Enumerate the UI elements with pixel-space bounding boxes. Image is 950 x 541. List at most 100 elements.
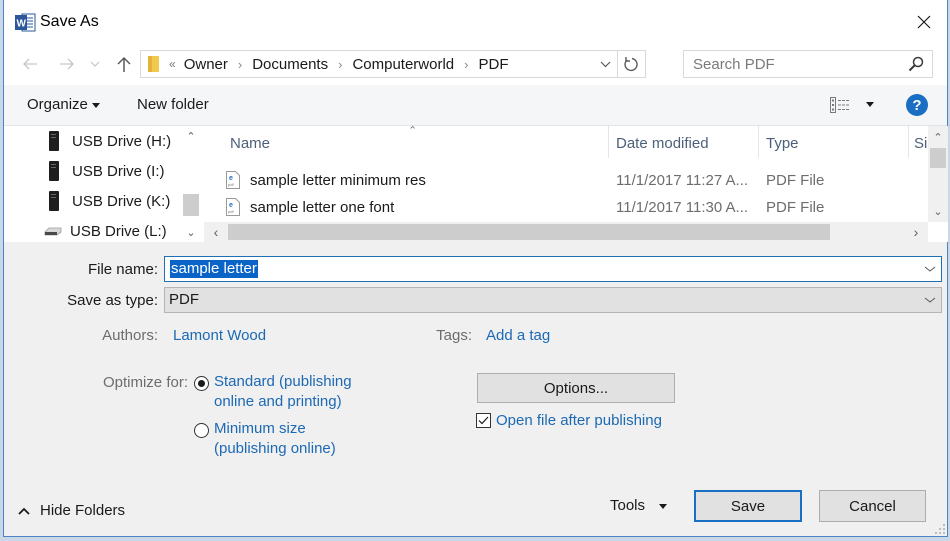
optimize-minimum-line1: Minimum size <box>214 420 306 437</box>
close-button[interactable] <box>901 0 947 44</box>
optimize-standard-radio[interactable] <box>194 376 209 391</box>
resize-grip-icon[interactable] <box>935 524 945 534</box>
svg-text:pdf: pdf <box>228 182 234 187</box>
organize-menu-button[interactable]: Organize <box>27 96 100 113</box>
column-header-size[interactable]: Si: <box>914 126 928 160</box>
pdf-file-icon: epdf <box>226 198 240 216</box>
breadcrumb-overflow[interactable]: « <box>169 57 176 71</box>
column-divider[interactable] <box>608 126 609 158</box>
optimize-minimum-line2: (publishing online) <box>214 440 336 457</box>
breadcrumb-separator-icon[interactable]: › <box>464 57 468 72</box>
arrow-left-icon <box>23 58 37 70</box>
file-name-input[interactable]: sample letter <box>170 260 258 278</box>
column-divider[interactable] <box>908 126 909 158</box>
refresh-icon <box>624 57 638 72</box>
close-icon <box>917 15 931 29</box>
breadcrumb-separator-icon[interactable]: › <box>338 57 342 72</box>
arrow-right-icon <box>60 58 74 70</box>
save-button[interactable]: Save <box>694 490 802 522</box>
search-input[interactable] <box>684 51 904 77</box>
file-name-combobox[interactable]: sample letter <box>164 256 942 282</box>
chevron-down-icon <box>600 61 610 67</box>
breadcrumb-separator-icon[interactable]: › <box>238 57 242 72</box>
file-type: PDF File <box>766 198 825 216</box>
usb-drive-icon <box>49 161 59 181</box>
file-list-horizontal-scrollbar[interactable]: ‹ › <box>204 222 928 242</box>
new-folder-button[interactable]: New folder <box>137 96 209 113</box>
file-type: PDF File <box>766 171 825 189</box>
navpane-item-usb-k[interactable]: USB Drive (K:) <box>48 189 170 213</box>
tags-field[interactable]: Add a tag <box>486 327 550 344</box>
scroll-down-icon[interactable]: ⌄ <box>930 203 946 219</box>
column-header-name[interactable]: Name <box>230 126 270 160</box>
title-bar: W Save As <box>4 0 947 44</box>
navpane-scrollbar[interactable]: ⌃ ⌄ <box>181 126 201 242</box>
optimize-standard-label[interactable]: Standard (publishing online and printing… <box>214 372 352 412</box>
open-after-publishing-label[interactable]: Open file after publishing <box>496 412 662 429</box>
address-history-dropdown[interactable] <box>595 51 615 77</box>
file-date-modified: 11/1/2017 11:30 A... <box>616 198 749 216</box>
sort-ascending-icon: ⌃ <box>408 125 418 137</box>
column-header-date-modified[interactable]: Date modified <box>616 126 709 160</box>
checkmark-icon <box>478 416 489 425</box>
file-name-label: File name: <box>87 261 158 278</box>
view-options-dropdown[interactable] <box>866 102 874 107</box>
file-name: sample letter one font <box>250 198 395 216</box>
file-list-vscroll-thumb[interactable] <box>930 148 946 168</box>
column-header-type[interactable]: Type <box>766 126 799 160</box>
search-icon[interactable] <box>908 56 924 72</box>
file-list-hscroll-thumb[interactable] <box>228 224 830 240</box>
scroll-up-icon[interactable]: ⌃ <box>930 129 946 145</box>
hide-folders-label: Hide Folders <box>40 502 126 519</box>
word-icon: W <box>15 13 36 32</box>
save-as-type-select[interactable]: PDF <box>164 287 942 313</box>
scroll-up-icon[interactable]: ⌃ <box>183 128 199 144</box>
help-icon[interactable]: ? <box>906 94 928 116</box>
up-button[interactable] <box>111 52 137 76</box>
tools-label: Tools <box>610 497 646 514</box>
chevron-down-icon[interactable] <box>923 261 937 277</box>
back-button[interactable] <box>17 52 43 76</box>
options-button[interactable]: Options... <box>477 373 675 403</box>
file-row[interactable]: e pdf sample letter one font 11/1/2017 11… <box>226 195 926 219</box>
scroll-right-icon[interactable]: › <box>908 224 924 240</box>
svg-text:pdf: pdf <box>228 209 234 214</box>
breadcrumb-computerworld[interactable]: Computerworld <box>352 56 454 73</box>
column-divider[interactable] <box>758 126 759 158</box>
organize-label: Organize <box>27 96 88 113</box>
details-view-icon[interactable] <box>830 97 850 113</box>
tools-menu-button[interactable]: Tools <box>610 497 668 514</box>
navpane-item-usb-h[interactable]: USB Drive (H:) <box>48 129 171 153</box>
removable-drive-icon <box>44 227 62 236</box>
file-list-vertical-scrollbar[interactable]: ⌃ ⌄ <box>928 126 948 222</box>
optimize-minimum-radio[interactable] <box>194 423 209 438</box>
address-bar[interactable]: « Owner › Documents › Computerworld › PD… <box>140 50 646 78</box>
hide-folders-button[interactable]: Hide Folders <box>18 502 125 519</box>
pdf-file-icon: epdf <box>226 171 240 189</box>
optimize-standard-line1: Standard (publishing <box>214 373 352 390</box>
navpane-item-label: USB Drive (L:) <box>70 222 167 240</box>
recent-locations-button[interactable] <box>86 52 104 76</box>
dialog-title: Save As <box>40 13 99 30</box>
chevron-down-icon <box>90 61 100 67</box>
navpane-item-usb-l[interactable]: USB Drive (L:) <box>44 219 167 243</box>
cancel-button[interactable]: Cancel <box>819 490 926 522</box>
file-row[interactable]: e pdf sample letter minimum res 11/1/2017… <box>226 168 926 192</box>
scroll-left-icon[interactable]: ‹ <box>208 224 224 240</box>
breadcrumb-owner[interactable]: Owner <box>184 56 228 73</box>
navpane-item-label: USB Drive (H:) <box>72 132 172 150</box>
caret-down-icon <box>91 102 100 108</box>
navpane-item-label: USB Drive (I:) <box>72 162 165 180</box>
breadcrumb-pdf[interactable]: PDF <box>479 56 509 73</box>
save-as-type-value: PDF <box>169 291 199 308</box>
forward-button[interactable] <box>54 52 80 76</box>
refresh-button[interactable] <box>617 51 645 77</box>
authors-field[interactable]: Lamont Wood <box>173 327 266 344</box>
navpane-item-usb-i[interactable]: USB Drive (I:) <box>48 159 165 183</box>
save-as-dialog: W Save As « Owner › Documents › Computer… <box>3 0 948 537</box>
breadcrumb-documents[interactable]: Documents <box>252 56 328 73</box>
open-after-publishing-checkbox[interactable] <box>476 413 491 428</box>
optimize-minimum-label[interactable]: Minimum size (publishing online) <box>214 419 336 459</box>
scroll-down-icon[interactable]: ⌄ <box>183 224 199 240</box>
navpane-scroll-thumb[interactable] <box>183 194 199 216</box>
